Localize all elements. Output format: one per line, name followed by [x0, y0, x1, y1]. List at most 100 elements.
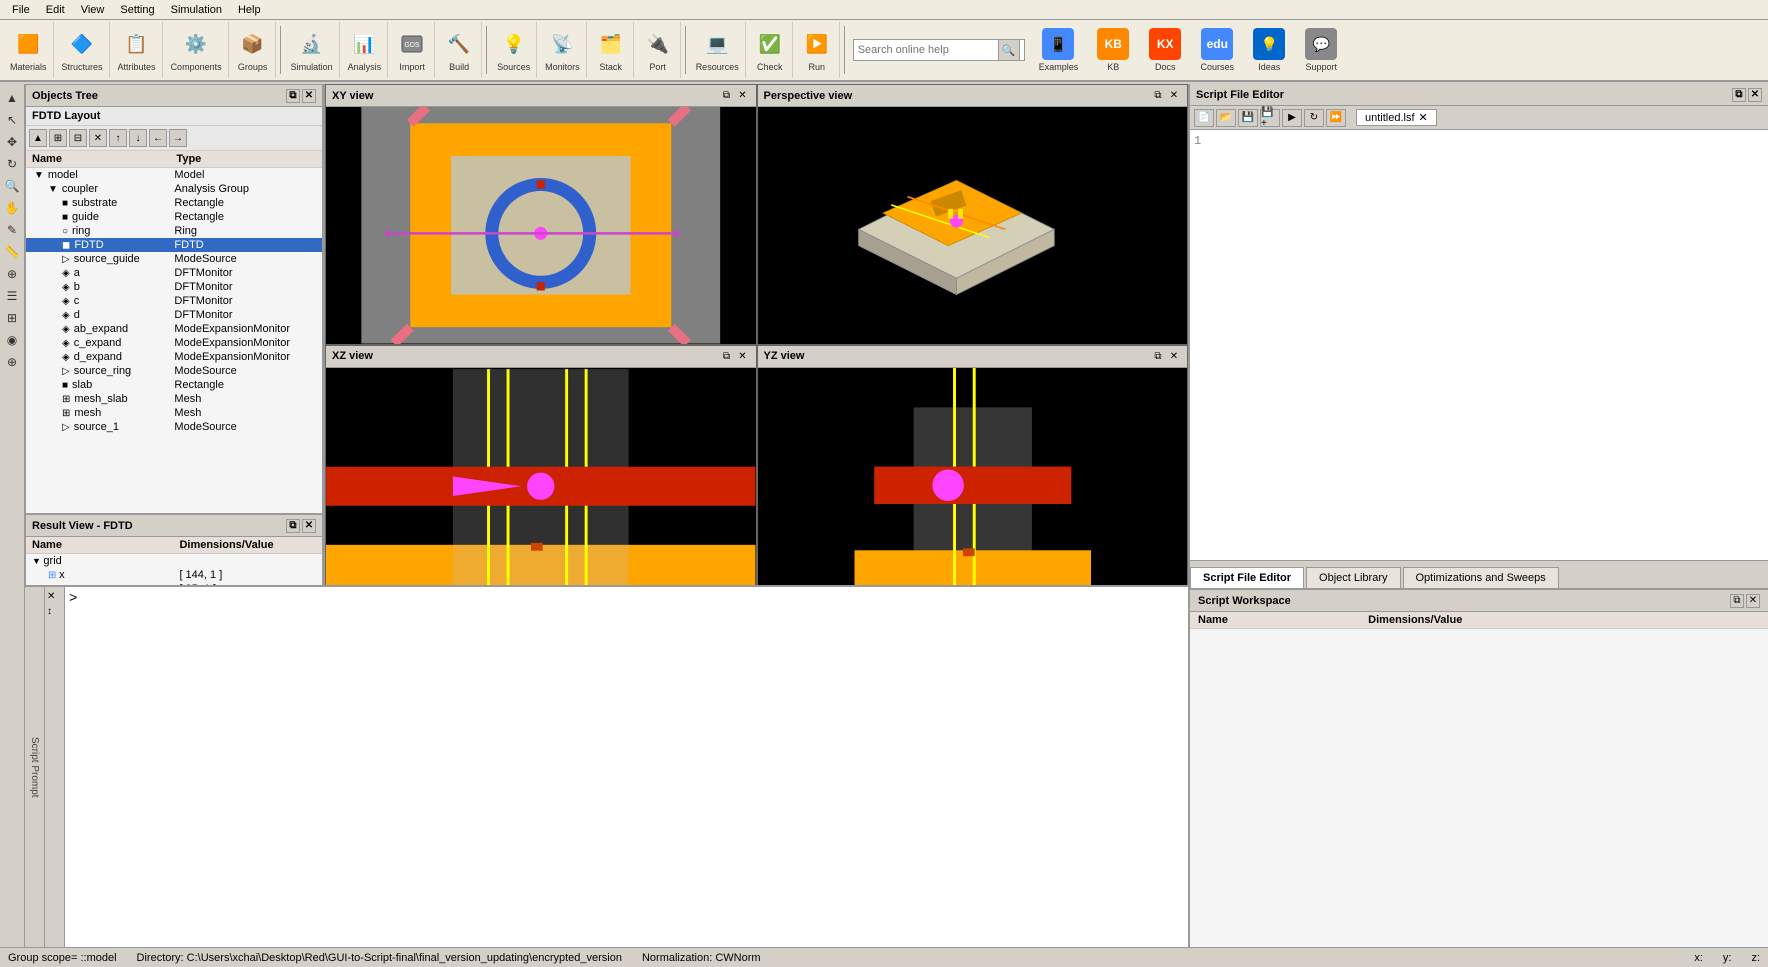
menu-edit[interactable]: Edit: [38, 2, 73, 18]
sidebar-arrow-icon[interactable]: ↖: [2, 110, 22, 130]
menu-setting[interactable]: Setting: [112, 2, 162, 18]
tree-row[interactable]: ▼couplerAnalysis Group: [26, 182, 322, 196]
sidebar-measure-icon[interactable]: 📏: [2, 242, 22, 262]
menu-view[interactable]: View: [73, 2, 113, 18]
viewport-xy-close-btn[interactable]: ✕: [736, 89, 750, 103]
script-editor-content[interactable]: 1: [1190, 130, 1768, 560]
tree-add-btn[interactable]: ▲: [29, 129, 47, 147]
tree-down-btn[interactable]: ↓: [129, 129, 147, 147]
script-open-btn[interactable]: 📂: [1216, 109, 1236, 127]
tree-row[interactable]: ◈bDFTMonitor: [26, 280, 322, 294]
sidebar-view3d-icon[interactable]: ◉: [2, 330, 22, 350]
sidebar-layers-icon[interactable]: ☰: [2, 286, 22, 306]
tree-forward-btn[interactable]: →: [169, 129, 187, 147]
workspace-float-btn[interactable]: ⧉: [1730, 594, 1744, 608]
tree-row[interactable]: ▷source_1ModeSource: [26, 420, 322, 434]
tab-script-file-editor[interactable]: Script File Editor: [1190, 567, 1304, 588]
viewport-yz-close-btn[interactable]: ✕: [1167, 349, 1181, 363]
result-close-btn[interactable]: ✕: [302, 519, 316, 533]
tree-row[interactable]: ■slabRectangle: [26, 378, 322, 392]
toolbar-run-btn[interactable]: ▶️ Run: [795, 22, 840, 78]
toolbar-port-btn[interactable]: 🔌 Port: [636, 22, 681, 78]
toolbar-resources-btn[interactable]: 💻 Resources: [690, 22, 746, 78]
result-row[interactable]: ▼ grid: [26, 554, 322, 569]
viewport-xz-float-btn[interactable]: ⧉: [720, 349, 734, 363]
viewport-xz-close-btn[interactable]: ✕: [736, 349, 750, 363]
toolbar-monitors-btn[interactable]: 📡 Monitors: [539, 22, 587, 78]
sidebar-axis-icon[interactable]: ⊕: [2, 352, 22, 372]
console-collapse-btn[interactable]: ↕: [47, 606, 62, 617]
console-content[interactable]: >: [65, 587, 1188, 947]
viewport-xy-float-btn[interactable]: ⧉: [720, 89, 734, 103]
tree-row[interactable]: ▷source_guideModeSource: [26, 252, 322, 266]
script-editor-float-btn[interactable]: ⧉: [1732, 88, 1746, 102]
tree-row[interactable]: ◈c_expandModeExpansionMonitor: [26, 336, 322, 350]
menu-simulation[interactable]: Simulation: [163, 2, 230, 18]
workspace-close-btn[interactable]: ✕: [1746, 594, 1760, 608]
tree-row[interactable]: ◈aDFTMonitor: [26, 266, 322, 280]
sidebar-snap-icon[interactable]: ⊕: [2, 264, 22, 284]
tree-row[interactable]: ■substrateRectangle: [26, 196, 322, 210]
menu-help[interactable]: Help: [230, 2, 269, 18]
script-save-btn[interactable]: 💾: [1238, 109, 1258, 127]
toolbar-sources-btn[interactable]: 💡 Sources: [491, 22, 537, 78]
tree-group-btn[interactable]: ⊞: [49, 129, 67, 147]
toolbar-components-btn[interactable]: ⚙️ Components: [165, 22, 229, 78]
script-editor-close-btn[interactable]: ✕: [1748, 88, 1762, 102]
script-saveas-btn[interactable]: 💾+: [1260, 109, 1280, 127]
menu-file[interactable]: File: [4, 2, 38, 18]
result-row[interactable]: ⊞ x[ 144, 1 ]: [26, 568, 322, 582]
toolbar-groups-btn[interactable]: 📦 Groups: [231, 22, 276, 78]
ideas-btn[interactable]: 💡 Ideas: [1244, 24, 1294, 76]
tree-row[interactable]: ◈ab_expandModeExpansionMonitor: [26, 322, 322, 336]
tree-row[interactable]: ◼FDTDFDTD: [26, 238, 322, 252]
tree-back-btn[interactable]: ←: [149, 129, 167, 147]
tab-optimizations[interactable]: Optimizations and Sweeps: [1403, 567, 1559, 588]
toolbar-structures-btn[interactable]: 🔷 Structures: [56, 22, 110, 78]
tree-up-btn[interactable]: ↑: [109, 129, 127, 147]
sidebar-rotate-icon[interactable]: ↻: [2, 154, 22, 174]
tree-row[interactable]: ▷source_ringModeSource: [26, 364, 322, 378]
viewport-yz-content[interactable]: [758, 368, 1188, 605]
sidebar-move-icon[interactable]: ✥: [2, 132, 22, 152]
viewport-yz-float-btn[interactable]: ⧉: [1151, 349, 1165, 363]
toolbar-gds-import-btn[interactable]: GDS Import: [390, 22, 435, 78]
tree-row[interactable]: ▼modelModel: [26, 168, 322, 183]
search-button[interactable]: 🔍: [998, 39, 1020, 61]
objects-float-btn[interactable]: ⧉: [286, 89, 300, 103]
tree-row[interactable]: ◈d_expandModeExpansionMonitor: [26, 350, 322, 364]
edu-btn[interactable]: edu Courses: [1192, 24, 1242, 76]
script-run-btn[interactable]: ▶: [1282, 109, 1302, 127]
script-debug-btn[interactable]: ⏩: [1326, 109, 1346, 127]
sidebar-zoom-icon[interactable]: 🔍: [2, 176, 22, 196]
toolbar-check-btn[interactable]: ✅ Check: [748, 22, 793, 78]
tree-row[interactable]: ○ringRing: [26, 224, 322, 238]
result-float-btn[interactable]: ⧉: [286, 519, 300, 533]
toolbar-analysis-btn[interactable]: 📊 Analysis: [342, 22, 389, 78]
console-expand-btn[interactable]: ✕: [47, 591, 62, 602]
toolbar-materials-btn[interactable]: 🟧 Materials: [4, 22, 54, 78]
tree-row[interactable]: ◈cDFTMonitor: [26, 294, 322, 308]
support-btn[interactable]: 💬 Support: [1296, 24, 1346, 76]
script-reload-btn[interactable]: ↻: [1304, 109, 1324, 127]
viewport-xz-content[interactable]: [326, 368, 756, 605]
viewport-perspective-float-btn[interactable]: ⧉: [1151, 89, 1165, 103]
script-new-btn[interactable]: 📄: [1194, 109, 1214, 127]
sidebar-select-icon[interactable]: ▲: [2, 88, 22, 108]
toolbar-stack-btn[interactable]: 🗂️ Stack: [589, 22, 634, 78]
tree-ungroup-btn[interactable]: ⊟: [69, 129, 87, 147]
kx-btn[interactable]: KX Docs: [1140, 24, 1190, 76]
script-file-tab[interactable]: untitled.lsf ✕: [1356, 109, 1437, 126]
search-input[interactable]: [858, 44, 998, 56]
sidebar-grid-icon[interactable]: ⊞: [2, 308, 22, 328]
tree-row[interactable]: ◈dDFTMonitor: [26, 308, 322, 322]
examples-btn[interactable]: 📱 Examples: [1031, 24, 1087, 76]
script-tab-close[interactable]: ✕: [1419, 111, 1428, 124]
toolbar-attributes-btn[interactable]: 📋 Attributes: [112, 22, 163, 78]
tree-delete-btn[interactable]: ✕: [89, 129, 107, 147]
sidebar-draw-icon[interactable]: ✎: [2, 220, 22, 240]
tree-row[interactable]: ⊞meshMesh: [26, 406, 322, 420]
viewport-perspective-content[interactable]: [758, 107, 1188, 344]
sidebar-pan-icon[interactable]: ✋: [2, 198, 22, 218]
tab-object-library[interactable]: Object Library: [1306, 567, 1400, 588]
